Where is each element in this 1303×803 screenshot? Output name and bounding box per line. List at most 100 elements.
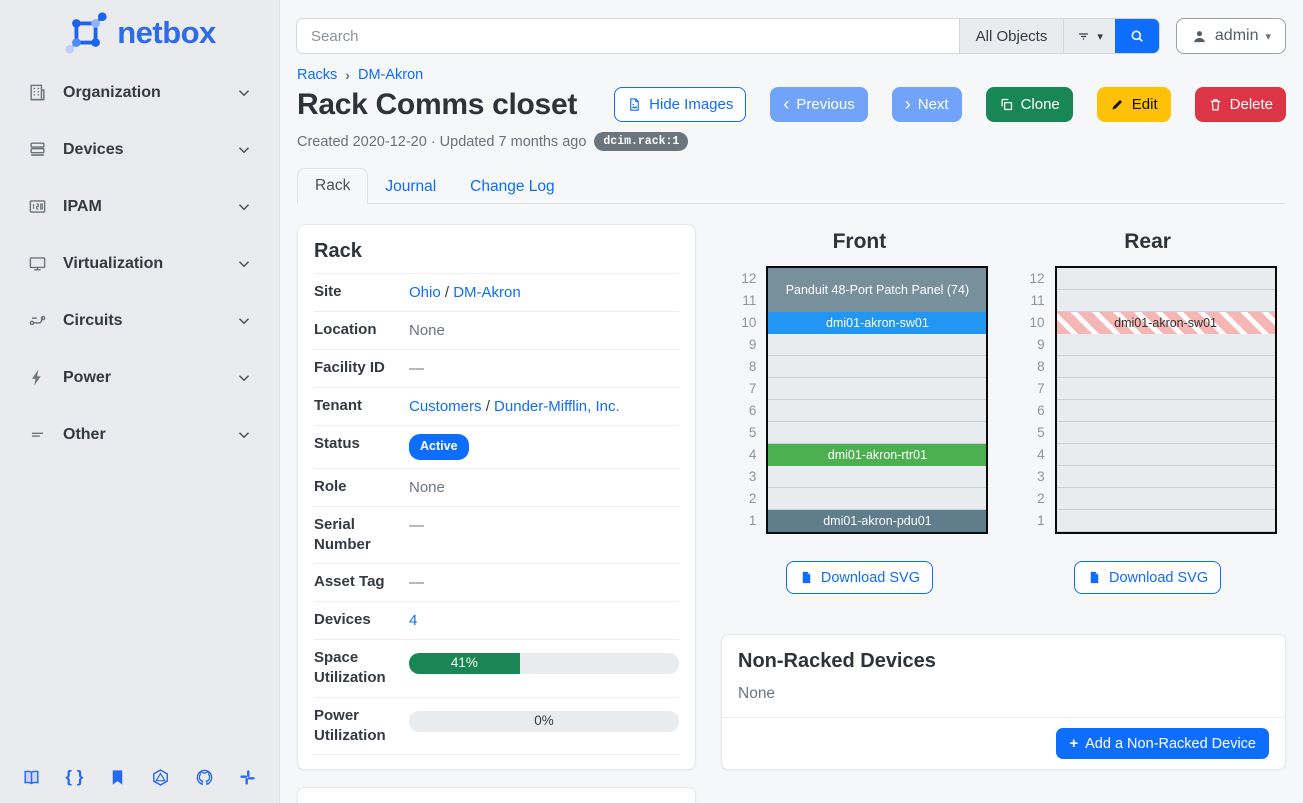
rack-device-label: dmi01-akron-pdu01 xyxy=(823,514,931,528)
space-utilization-bar: 41% xyxy=(409,653,679,674)
rack-unit-slot[interactable] xyxy=(768,466,986,488)
rest-api-icon[interactable]: { } xyxy=(65,767,83,787)
rack-unit-number: 4 xyxy=(1019,444,1045,466)
rack-unit-slot[interactable] xyxy=(1057,378,1275,400)
tab-rack[interactable]: Rack xyxy=(297,168,368,204)
rack-unit-number: 10 xyxy=(730,312,756,334)
breadcrumb-link-dm-akron[interactable]: DM-Akron xyxy=(358,67,423,83)
pencil-icon xyxy=(1110,97,1125,112)
sidebar: netbox Organization Devices xyxy=(0,0,280,803)
global-search: All Objects ▾ xyxy=(296,18,1160,54)
tab-journal[interactable]: Journal xyxy=(368,170,453,204)
serial-number-value: — xyxy=(409,515,679,536)
right-column: Front 121110987654321 Panduit 48-Port Pa… xyxy=(721,224,1286,803)
rack-unit-slot[interactable] xyxy=(1057,466,1275,488)
attr-row-role: Role None xyxy=(314,469,679,507)
sidebar-item-label: Organization xyxy=(63,84,235,102)
download-svg-front-button[interactable]: Download SVG xyxy=(786,561,933,594)
rack-unit-slot[interactable] xyxy=(768,400,986,422)
attr-row-tenant: Tenant Customers / Dunder-Mifflin, Inc. xyxy=(314,388,679,426)
rack-device[interactable]: dmi01-akron-sw01 xyxy=(1057,312,1275,334)
rack-unit-number: 1 xyxy=(1019,510,1045,532)
rack-unit-slot[interactable] xyxy=(1057,268,1275,290)
rack-unit-slot[interactable] xyxy=(1057,290,1275,312)
download-svg-rear-button[interactable]: Download SVG xyxy=(1074,561,1221,594)
tab-content: Rack Site Ohio / DM-Akron Location None … xyxy=(297,224,1286,803)
edit-button[interactable]: Edit xyxy=(1097,87,1171,122)
facility-id-value: — xyxy=(409,358,679,379)
rack-device-label: dmi01-akron-rtr01 xyxy=(828,448,927,462)
site-link[interactable]: DM-Akron xyxy=(453,284,521,301)
sidebar-item-organization[interactable]: Organization xyxy=(8,70,271,115)
devices-count-link[interactable]: 4 xyxy=(409,612,417,629)
sidebar-item-circuits[interactable]: Circuits xyxy=(8,298,271,343)
site-parent-link[interactable]: Ohio xyxy=(409,284,441,301)
api-docs-icon[interactable] xyxy=(108,767,127,787)
netbox-logo[interactable]: netbox xyxy=(0,10,279,56)
github-icon[interactable] xyxy=(195,767,214,787)
chevron-down-icon xyxy=(235,312,253,330)
rack-device-label: dmi01-akron-sw01 xyxy=(1114,316,1217,330)
user-menu-button[interactable]: admin ▾ xyxy=(1176,18,1286,54)
rack-device[interactable]: dmi01-akron-rtr01 xyxy=(768,444,986,466)
rack-unit-numbers: 121110987654321 xyxy=(730,266,756,532)
tenant-link[interactable]: Dunder-Mifflin, Inc. xyxy=(494,398,620,415)
image-file-icon xyxy=(627,97,642,112)
rack-unit-slot[interactable] xyxy=(1057,400,1275,422)
breadcrumb-link-racks[interactable]: Racks xyxy=(297,67,337,83)
asset-tag-value: — xyxy=(409,572,679,593)
person-icon xyxy=(1191,28,1208,45)
filter-icon xyxy=(1076,29,1091,44)
sidebar-item-devices[interactable]: Devices xyxy=(8,127,271,172)
rack-panel-title: Rack xyxy=(298,225,695,273)
rack-unit-slot[interactable] xyxy=(1057,334,1275,356)
rack-unit-slot[interactable] xyxy=(1057,444,1275,466)
front-elevation-title: Front xyxy=(833,230,887,254)
chevron-down-icon xyxy=(235,84,253,102)
server-icon xyxy=(28,140,47,159)
rack-attributes: Site Ohio / DM-Akron Location None Facil… xyxy=(298,273,695,755)
sidebar-item-power[interactable]: Power xyxy=(8,355,271,400)
add-non-racked-device-button[interactable]: + Add a Non-Racked Device xyxy=(1056,728,1269,759)
rack-unit-number: 8 xyxy=(1019,356,1045,378)
trash-icon xyxy=(1208,97,1223,112)
sidebar-item-label: Other xyxy=(63,426,235,444)
sidebar-item-virtualization[interactable]: Virtualization xyxy=(8,241,271,286)
rack-unit-slot[interactable] xyxy=(1057,510,1275,532)
search-scope-button[interactable]: All Objects xyxy=(959,19,1064,53)
rack-device[interactable]: dmi01-akron-sw01 xyxy=(768,312,986,334)
circuits-icon xyxy=(28,311,47,330)
slack-icon[interactable] xyxy=(238,767,257,787)
rack-unit-slot[interactable] xyxy=(1057,422,1275,444)
rack-unit-slot[interactable] xyxy=(768,422,986,444)
rack-unit-number: 10 xyxy=(1019,312,1045,334)
rear-elevation: Rear 121110987654321 dmi01-akron-sw01 Do… xyxy=(1009,224,1286,594)
attr-row-location: Location None xyxy=(314,312,679,350)
next-button[interactable]: › Next xyxy=(892,87,962,122)
rack-unit-slot[interactable] xyxy=(768,488,986,510)
rack-unit-slot[interactable] xyxy=(768,356,986,378)
sidebar-item-other[interactable]: Other xyxy=(8,412,271,457)
docs-book-icon[interactable] xyxy=(22,767,41,787)
previous-button[interactable]: ‹ Previous xyxy=(770,87,867,122)
rack-unit-number: 9 xyxy=(1019,334,1045,356)
rack-unit-slot[interactable] xyxy=(768,378,986,400)
tab-change-log[interactable]: Change Log xyxy=(453,170,571,204)
search-submit-button[interactable] xyxy=(1115,19,1159,53)
tenant-group-link[interactable]: Customers xyxy=(409,398,482,415)
search-filter-dropdown[interactable]: ▾ xyxy=(1063,19,1115,53)
rack-unit-slot[interactable] xyxy=(768,334,986,356)
rack-device[interactable]: dmi01-akron-pdu01 xyxy=(768,510,986,532)
hide-images-button[interactable]: Hide Images xyxy=(614,87,746,122)
rack-unit-slot[interactable] xyxy=(1057,488,1275,510)
clone-button[interactable]: Clone xyxy=(986,87,1073,122)
plus-icon: + xyxy=(1069,735,1078,752)
sidebar-item-ipam[interactable]: IPAM xyxy=(8,184,271,229)
sidebar-item-label: Power xyxy=(63,369,235,387)
rack-unit-number: 12 xyxy=(730,268,756,290)
search-input[interactable] xyxy=(297,19,959,53)
rack-unit-slot[interactable] xyxy=(1057,356,1275,378)
graphql-icon[interactable] xyxy=(151,767,170,787)
delete-button[interactable]: Delete xyxy=(1195,87,1286,122)
rack-device[interactable]: Panduit 48-Port Patch Panel (74) xyxy=(768,268,986,312)
